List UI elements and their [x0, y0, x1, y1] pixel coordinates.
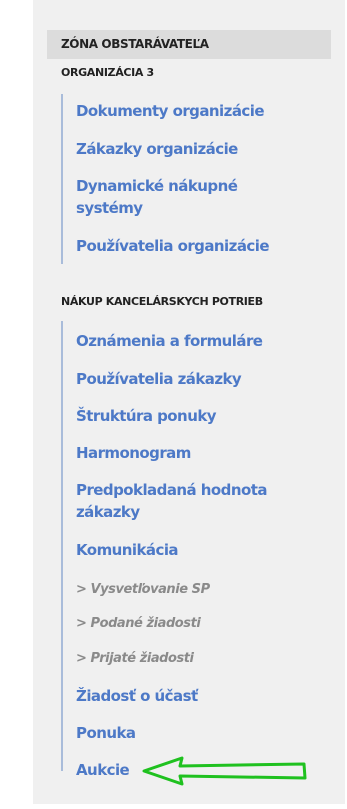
left-arrow-icon — [142, 756, 307, 786]
sidebar-subitem-podane-ziadosti[interactable]: > Podané žiadosti — [76, 615, 201, 633]
sidebar-item-dynamicke-nakupne-systemy[interactable]: Dynamické nákupné systémy — [76, 175, 238, 219]
sidebar-item-harmonogram[interactable]: Harmonogram — [76, 442, 191, 464]
sidebar-item-label-line2: zákazky — [76, 503, 140, 521]
sidebar-item-struktura-ponuky[interactable]: Štruktúra ponuky — [76, 405, 217, 427]
sidebar-item-dokumenty-organizacie[interactable]: Dokumenty organizácie — [76, 100, 265, 122]
sidebar-item-label-line2: systémy — [76, 199, 143, 217]
sidebar-item-zakazky-organizacie[interactable]: Zákazky organizácie — [76, 138, 238, 160]
sidebar-item-ziadost-o-ucast[interactable]: Žiadosť o účasť — [76, 685, 198, 707]
section-title-nakup: NÁKUP KANCELÁRSKYCH POTRIEB — [61, 295, 263, 308]
sidebar-item-label-line1: Predpokladaná hodnota — [76, 481, 267, 499]
sidebar-subitem-vysvetlovanie-sp[interactable]: > Vysvetľovanie SP — [76, 581, 210, 599]
section-divider-line — [61, 94, 63, 264]
sidebar-item-oznamenia-a-formulare[interactable]: Oznámenia a formuláre — [76, 330, 263, 352]
section-title-organizacia: ORGANIZÁCIA 3 — [61, 66, 154, 79]
sidebar-item-komunikacia[interactable]: Komunikácia — [76, 539, 179, 561]
sidebar-item-aukcie[interactable]: Aukcie — [76, 759, 130, 781]
section-divider-line — [61, 321, 63, 771]
sidebar-subitem-prijate-ziadosti[interactable]: > Prijaté žiadosti — [76, 650, 194, 668]
sidebar-item-predpokladana-hodnota-zakazky[interactable]: Predpokladaná hodnota zákazky — [76, 479, 267, 523]
sidebar-item-pouzivatelia-organizacie[interactable]: Používatelia organizácie — [76, 235, 270, 257]
sidebar-item-ponuka[interactable]: Ponuka — [76, 722, 136, 744]
zone-header: ZÓNA OBSTARÁVATEĽA — [47, 30, 331, 59]
sidebar-item-label-line1: Dynamické nákupné — [76, 177, 238, 195]
sidebar-item-pouzivatelia-zakazky[interactable]: Používatelia zákazky — [76, 368, 242, 390]
